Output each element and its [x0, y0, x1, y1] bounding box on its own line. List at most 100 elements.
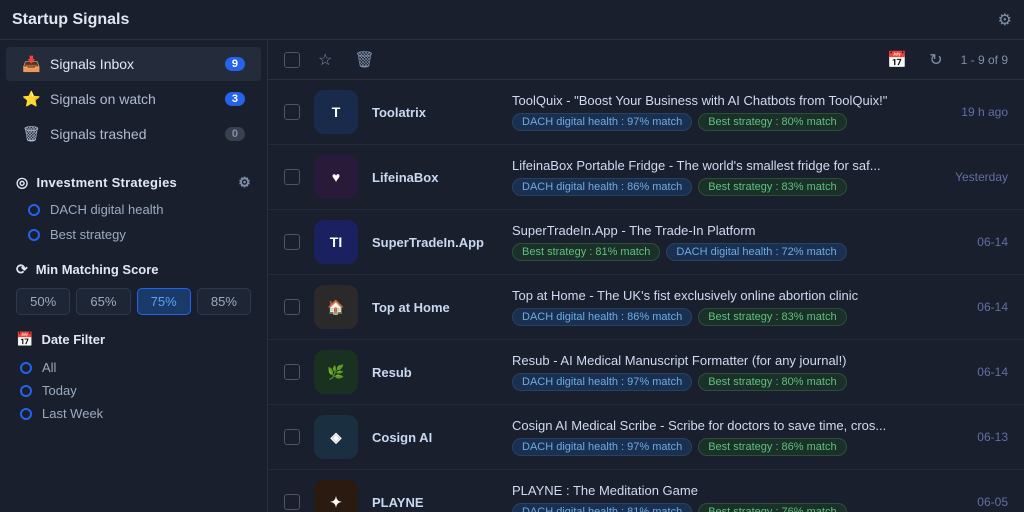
- signal-avatar: ✦: [314, 480, 358, 512]
- select-all-checkbox[interactable]: [284, 52, 300, 68]
- signal-tag: Best strategy : 83% match: [698, 178, 846, 196]
- trash-toolbar-icon[interactable]: 🗑: [350, 48, 378, 72]
- content-area: ☆ 🗑 📅 ↻ 1 - 9 of 9 T Toolatrix ToolQuix …: [268, 40, 1024, 512]
- signal-title: SuperTradeIn.App - The Trade-In Platform: [512, 223, 924, 238]
- date-option-all[interactable]: All: [16, 356, 251, 379]
- signal-tags: DACH digital health : 97% match Best stra…: [512, 113, 924, 131]
- signal-tag: DACH digital health : 97% match: [512, 113, 692, 131]
- signal-tag: Best strategy : 83% match: [698, 308, 846, 326]
- signal-row[interactable]: ♥ LifeinaBox LifeinaBox Portable Fridge …: [268, 145, 1024, 210]
- settings-icon[interactable]: ⚙: [998, 10, 1012, 30]
- signal-row[interactable]: 🏠 Top at Home Top at Home - The UK's fis…: [268, 275, 1024, 340]
- signal-info: Resub - AI Medical Manuscript Formatter …: [512, 353, 924, 391]
- signal-title: Top at Home - The UK's fist exclusively …: [512, 288, 924, 303]
- signal-title: Resub - AI Medical Manuscript Formatter …: [512, 353, 924, 368]
- signal-company: Top at Home: [372, 300, 502, 315]
- signal-avatar: TI: [314, 220, 358, 264]
- signal-info: Cosign AI Medical Scribe - Scribe for do…: [512, 418, 924, 456]
- score-75[interactable]: 75%: [137, 288, 191, 315]
- signal-checkbox[interactable]: [284, 169, 300, 185]
- signal-info: LifeinaBox Portable Fridge - The world's…: [512, 158, 924, 196]
- signal-row[interactable]: 🌿 Resub Resub - AI Medical Manuscript Fo…: [268, 340, 1024, 405]
- signal-tag: Best strategy : 80% match: [698, 373, 846, 391]
- signals-list: T Toolatrix ToolQuix - "Boost Your Busin…: [268, 80, 1024, 512]
- signal-tag: DACH digital health : 97% match: [512, 438, 692, 456]
- calendar-toolbar-icon[interactable]: 📅: [883, 48, 911, 72]
- strategy-item-dach[interactable]: DACH digital health: [0, 197, 267, 222]
- inbox-icon: 📥: [22, 55, 40, 73]
- signal-checkbox[interactable]: [284, 104, 300, 120]
- signal-title: Cosign AI Medical Scribe - Scribe for do…: [512, 418, 924, 433]
- inbox-badge: 9: [225, 57, 245, 71]
- inbox-label: Signals Inbox: [50, 56, 225, 72]
- pager-text: 1 - 9 of 9: [961, 53, 1008, 67]
- signal-tags: DACH digital health : 86% matchBest stra…: [512, 178, 924, 196]
- signal-company: LifeinaBox: [372, 170, 502, 185]
- strategy-dot-best: [28, 229, 40, 241]
- strategy-label-best: Best strategy: [50, 227, 126, 242]
- signal-date: Yesterday: [938, 170, 1008, 184]
- date-title: 📅 Date Filter: [16, 331, 251, 348]
- signal-date: 19 h ago: [938, 105, 1008, 119]
- date-option-lastweek[interactable]: Last Week: [16, 402, 251, 425]
- score-85[interactable]: 85%: [197, 288, 251, 315]
- date-section: 📅 Date Filter All Today Last Week: [0, 323, 267, 433]
- signal-checkbox[interactable]: [284, 299, 300, 315]
- date-option-today[interactable]: Today: [16, 379, 251, 402]
- nav-section: 📥 Signals Inbox 9 ⭐ Signals on watch 3 🗑…: [0, 40, 267, 158]
- signal-row[interactable]: T Toolatrix ToolQuix - "Boost Your Busin…: [268, 80, 1024, 145]
- star-toolbar-icon[interactable]: ☆: [314, 48, 336, 72]
- signal-tags: DACH digital health : 97% match Best stra…: [512, 438, 924, 456]
- score-title: ⟳ Min Matching Score: [16, 261, 251, 278]
- signal-tag: DACH digital health : 81% match: [512, 503, 692, 512]
- investment-gear-icon[interactable]: ⚙: [238, 174, 251, 191]
- signal-tag: DACH digital health : 86% match: [512, 308, 692, 326]
- calendar-icon: 📅: [16, 331, 33, 348]
- signal-checkbox[interactable]: [284, 494, 300, 510]
- score-buttons: 50% 65% 75% 85%: [16, 288, 251, 315]
- strategy-label-dach: DACH digital health: [50, 202, 163, 217]
- investment-header: ◎ Investment Strategies ⚙: [0, 164, 267, 197]
- date-dot-lastweek: [20, 408, 32, 420]
- signal-tag: Best strategy : 80% match: [698, 113, 846, 131]
- score-section: ⟳ Min Matching Score 50% 65% 75% 85%: [0, 253, 267, 323]
- signal-tags: Best strategy : 81% match DACH digital he…: [512, 243, 924, 261]
- sidebar-item-trashed[interactable]: 🗑 Signals trashed 0: [6, 117, 261, 151]
- signal-avatar: 🌿: [314, 350, 358, 394]
- score-65[interactable]: 65%: [76, 288, 130, 315]
- score-icon: ⟳: [16, 261, 28, 278]
- signal-info: SuperTradeIn.App - The Trade-In Platform…: [512, 223, 924, 261]
- sidebar-item-watch[interactable]: ⭐ Signals on watch 3: [6, 82, 261, 116]
- signal-tags: DACH digital health : 86% match Best stra…: [512, 308, 924, 326]
- signal-avatar: 🏠: [314, 285, 358, 329]
- signal-tag: Best strategy : 76% match: [698, 503, 846, 512]
- signal-checkbox[interactable]: [284, 234, 300, 250]
- signal-avatar: ◈: [314, 415, 358, 459]
- signal-checkbox[interactable]: [284, 429, 300, 445]
- signal-row[interactable]: ◈ Cosign AI Cosign AI Medical Scribe - S…: [268, 405, 1024, 470]
- signal-tag: DACH digital health : 97% match: [512, 373, 692, 391]
- signal-title: PLAYNE : The Meditation Game: [512, 483, 924, 498]
- trash-icon: 🗑: [22, 125, 40, 143]
- signal-date: 06-14: [938, 300, 1008, 314]
- main-layout: 📥 Signals Inbox 9 ⭐ Signals on watch 3 🗑…: [0, 40, 1024, 512]
- watch-badge: 3: [225, 92, 245, 106]
- signal-date: 06-14: [938, 365, 1008, 379]
- score-50[interactable]: 50%: [16, 288, 70, 315]
- signal-tag: Best strategy : 81% match: [512, 243, 660, 261]
- signal-checkbox[interactable]: [284, 364, 300, 380]
- signal-info: ToolQuix - "Boost Your Business with AI …: [512, 93, 924, 131]
- refresh-toolbar-icon[interactable]: ↻: [925, 48, 946, 72]
- sidebar-item-inbox[interactable]: 📥 Signals Inbox 9: [6, 47, 261, 81]
- signal-tag: Best strategy : 86% match: [698, 438, 846, 456]
- signal-company: SuperTradeIn.App: [372, 235, 502, 250]
- signal-row[interactable]: ✦ PLAYNE PLAYNE : The Meditation Game DA…: [268, 470, 1024, 512]
- investment-section: ◎ Investment Strategies ⚙ DACH digital h…: [0, 158, 267, 253]
- signal-tag: DACH digital health : 72% match: [666, 243, 846, 261]
- signal-company: Resub: [372, 365, 502, 380]
- strategy-item-best[interactable]: Best strategy: [0, 222, 267, 247]
- signal-tags: DACH digital health : 97% match Best stra…: [512, 373, 924, 391]
- signal-row[interactable]: TI SuperTradeIn.App SuperTradeIn.App - T…: [268, 210, 1024, 275]
- strategy-dot-dach: [28, 204, 40, 216]
- star-icon: ⭐: [22, 90, 40, 108]
